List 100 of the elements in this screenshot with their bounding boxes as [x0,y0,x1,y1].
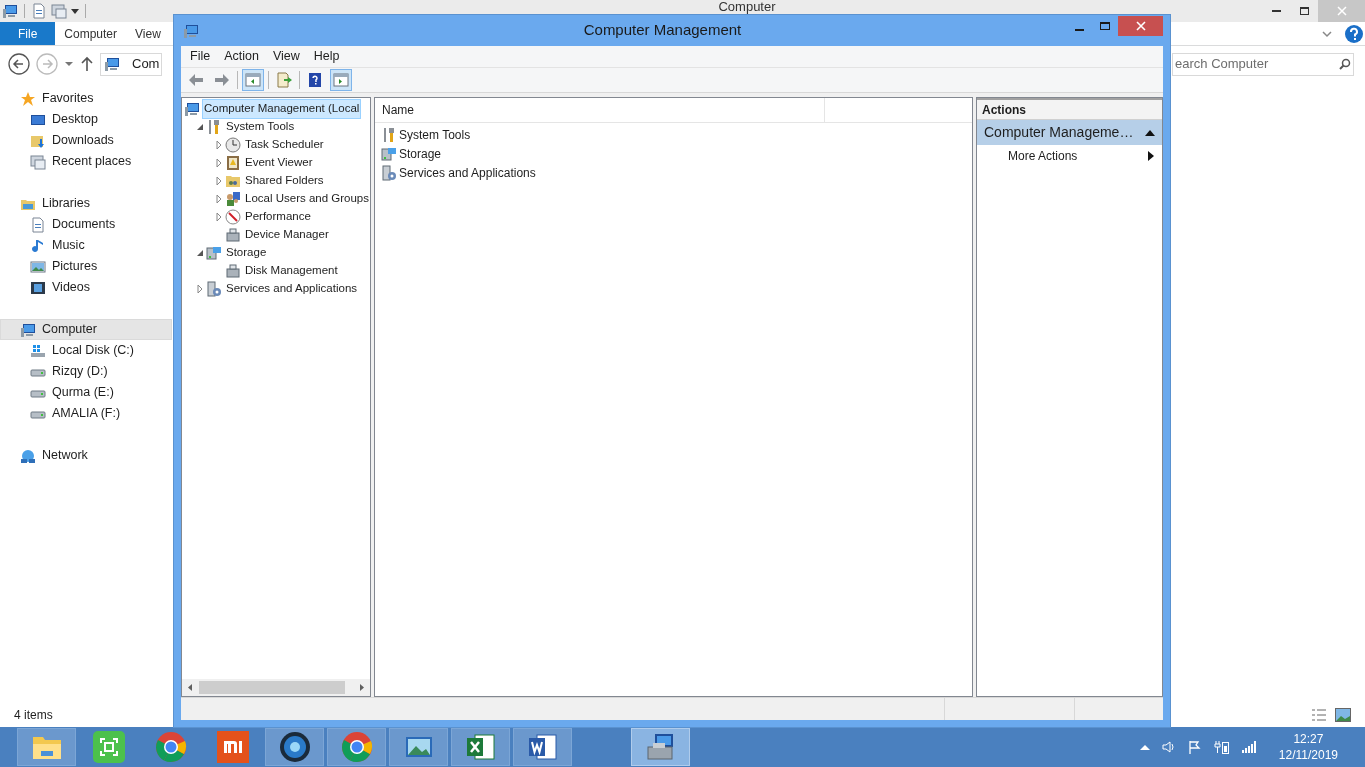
expand-arrow-icon[interactable] [214,194,224,204]
server-gear-icon [206,281,222,297]
search-field[interactable]: earch Computer [1172,52,1354,76]
tree-item[interactable]: Services and Applications [224,279,360,299]
menu-item[interactable]: View [265,47,307,66]
up-arrow-icon[interactable] [80,56,94,72]
horizontal-scrollbar[interactable] [182,679,370,696]
tools-icon [206,119,222,135]
expand-arrow-icon[interactable] [214,140,224,150]
tools-icon [381,126,397,143]
ribbon-tab[interactable]: File [0,22,56,45]
taskbar-button[interactable] [631,728,690,766]
battery-icon[interactable] [1213,740,1230,754]
gauge-icon [225,209,241,225]
action-item[interactable]: More Actions [977,145,1162,167]
tray-arrow-icon[interactable] [1139,744,1150,750]
tree-item[interactable]: Performance [243,207,313,227]
nav-item[interactable]: Network [0,445,172,466]
speaker-icon[interactable] [1161,740,1176,754]
signal-icon[interactable] [1241,741,1257,753]
expand-arrow-icon[interactable] [214,212,224,222]
close-icon [1336,6,1347,16]
tree-item[interactable]: Disk Management [243,261,340,281]
tree-item[interactable]: System Tools [224,117,297,137]
menu-item[interactable]: Action [217,47,266,66]
menu-item[interactable]: Help [306,47,347,66]
nav-item[interactable]: Documents [0,214,172,235]
list-item[interactable]: System Tools [399,125,471,144]
address-text: Com [132,55,160,74]
menu-item[interactable]: File [183,47,218,66]
network-icon [20,447,36,464]
nav-item[interactable]: Favorites [0,88,172,109]
actions-section-header[interactable]: Computer Manageme… [977,120,1162,145]
taskbar-button[interactable] [451,728,510,766]
back-icon[interactable] [8,53,30,75]
picture-icon [30,258,46,275]
storage-icon [206,245,222,261]
tree-item[interactable]: Shared Folders [243,171,326,191]
nav-item[interactable]: Computer [0,319,172,340]
tree-item[interactable]: Device Manager [243,225,331,245]
browser-icon [154,731,187,763]
tree-item[interactable]: Task Scheduler [243,135,326,155]
close-icon [1135,20,1146,31]
tree-item[interactable]: Storage [224,243,269,263]
computer-icon [183,22,199,39]
nav-item[interactable]: Recent places [0,151,172,172]
search-icon [1339,58,1351,70]
printer-icon [225,263,241,279]
document-icon [30,216,46,233]
export-icon [276,72,292,88]
clock-icon [225,137,241,153]
nav-item[interactable]: Music [0,235,172,256]
expand-arrow-icon[interactable] [214,158,224,168]
screenshot-icon [92,731,125,763]
nav-item[interactable]: Desktop [0,109,172,130]
collapse-arrow-icon[interactable] [195,248,205,258]
spreadsheet-icon [464,731,497,763]
expand-arrow-icon[interactable] [195,284,205,294]
computer-icon [20,321,36,338]
nav-item[interactable]: Libraries [0,193,172,214]
users-icon [225,191,241,207]
document-icon [31,3,47,19]
list-item[interactable]: Storage [399,144,442,163]
ribbon-tab[interactable]: View [126,22,170,45]
ribbon-tab[interactable]: Computer [55,22,127,45]
list-item[interactable]: Services and Applications [399,163,536,182]
column-header[interactable]: Name [375,98,825,122]
help-icon[interactable] [1345,24,1363,43]
collapse-arrow-icon[interactable] [195,122,205,132]
expand-arrow-icon[interactable] [214,176,224,186]
window-icon [30,153,46,170]
nav-item[interactable]: Videos [0,277,172,298]
tree-item[interactable]: Computer Management (Local [202,99,362,119]
pane-icon [245,72,261,88]
details-view-icon[interactable] [1311,708,1327,722]
shared-folder-icon [225,173,241,189]
nav-item[interactable]: Local Disk (C:) [0,340,172,361]
window-icon [51,3,67,19]
disc-icon [278,731,311,763]
phone-app-icon [216,731,249,763]
taskbar-button[interactable] [265,728,324,766]
address-bar[interactable]: Com [100,52,162,76]
clock[interactable]: 12:27 12/11/2019 [1278,731,1338,763]
browser-icon [340,731,373,763]
computer-icon [2,3,18,19]
storage-icon [381,145,397,162]
forward-arrow-icon [214,72,230,88]
tree-item[interactable]: Local Users and Groups [243,189,370,209]
nav-item[interactable]: Rizqy (D:) [0,361,172,382]
dropdown-icon[interactable] [71,7,79,15]
large-icons-view-icon[interactable] [1335,708,1351,722]
nav-item[interactable]: AMALIA (F:) [0,403,172,424]
tree-item[interactable]: Event Viewer [243,153,315,173]
flag-icon[interactable] [1187,740,1202,754]
nav-item[interactable]: Downloads [0,130,172,151]
computer-icon [104,56,120,72]
nav-item[interactable]: Qurma (E:) [0,382,172,403]
taskbar-button[interactable] [513,728,572,766]
nav-item[interactable]: Pictures [0,256,172,277]
submenu-arrow-icon [1148,151,1154,161]
